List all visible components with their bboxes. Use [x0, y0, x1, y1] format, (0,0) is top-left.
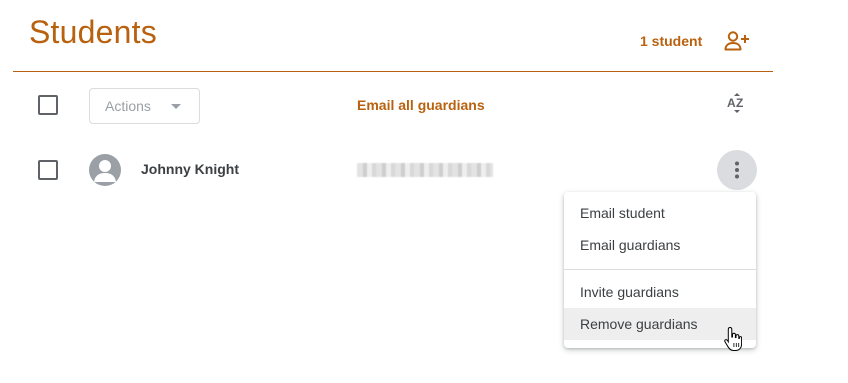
more-options-button[interactable] [717, 150, 757, 190]
menu-divider [564, 269, 756, 270]
student-name[interactable]: Johnny Knight [141, 161, 239, 177]
student-options-menu: Email student Email guardians Invite gua… [564, 192, 756, 348]
more-vert-icon [735, 161, 739, 179]
menu-item-email-guardians[interactable]: Email guardians [564, 229, 756, 261]
actions-label: Actions [105, 98, 151, 114]
header-divider [13, 71, 773, 72]
add-student-button[interactable] [722, 27, 752, 55]
menu-item-remove-guardians[interactable]: Remove guardians [564, 308, 756, 340]
menu-item-invite-guardians[interactable]: Invite guardians [564, 276, 756, 308]
default-avatar-icon [94, 160, 116, 182]
caret-down-icon [171, 104, 181, 109]
actions-dropdown[interactable]: Actions [89, 88, 200, 124]
svg-text:Z: Z [736, 96, 743, 110]
student-email-redacted [357, 163, 493, 177]
sort-button[interactable]: A Z [722, 89, 752, 117]
sort-az-icon: A Z [727, 93, 743, 113]
avatar [89, 154, 121, 186]
menu-item-email-student[interactable]: Email student [564, 197, 756, 229]
person-add-icon [724, 31, 749, 51]
email-all-guardians-link[interactable]: Email all guardians [357, 97, 485, 113]
page-title: Students [29, 14, 157, 50]
svg-text:A: A [727, 96, 736, 110]
student-row-checkbox[interactable] [38, 160, 58, 180]
students-page: Students 1 student Actions Email all gua… [0, 0, 848, 383]
student-count: 1 student [640, 33, 703, 49]
select-all-checkbox[interactable] [38, 95, 58, 115]
